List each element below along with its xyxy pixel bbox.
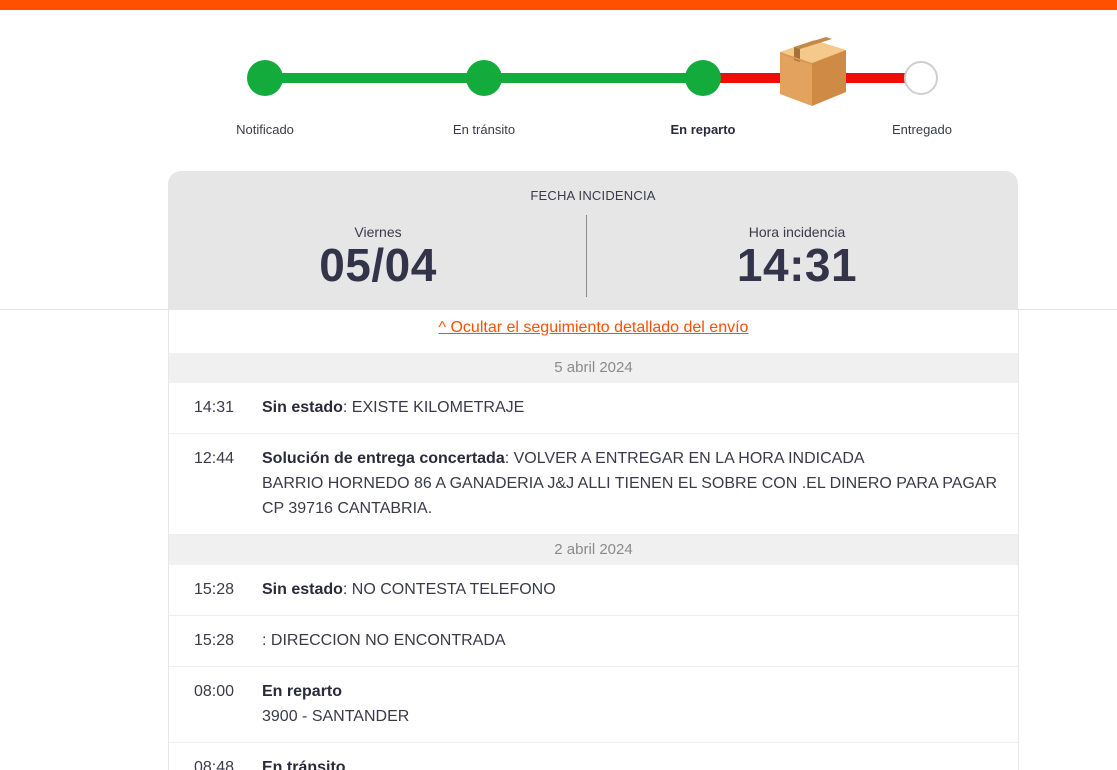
event-status: En tránsito <box>262 759 346 770</box>
tracking-history: ^ Ocultar el seguimiento detallado del e… <box>168 310 1019 770</box>
event-time: 08:00 <box>194 683 235 700</box>
step-dot-en-reparto <box>685 60 721 96</box>
step-dot-en-transito <box>466 60 502 96</box>
event-extra-line: CP 39716 CANTABRIA. <box>262 500 433 517</box>
event-body: En reparto 3900 - SANTANDER <box>262 679 1018 729</box>
event-status: En reparto <box>262 683 343 700</box>
event-time: 14:31 <box>194 399 235 416</box>
hide-tracking-details-link[interactable]: ^ Ocultar el seguimiento detallado del e… <box>169 310 1018 353</box>
event-body: Solución de entrega concertada: VOLVER A… <box>262 446 1018 521</box>
step-label-notificado: Notificado <box>236 122 294 137</box>
incident-date: 05/04 <box>319 239 437 291</box>
progress-segment-1 <box>280 73 470 83</box>
step-label-entregado: Entregado <box>892 122 952 137</box>
incident-date-block: Viernes 05/04 <box>168 224 588 288</box>
incident-title: FECHA INCIDENCIA <box>530 188 656 203</box>
event-time: 15:28 <box>194 632 235 649</box>
incident-time-block: Hora incidencia 14:31 <box>587 224 1007 288</box>
incident-time: 14:31 <box>736 239 858 291</box>
step-label-en-transito: En tránsito <box>452 122 516 137</box>
incident-day-label: Viernes <box>354 224 402 240</box>
history-event-row: 08:48 En tránsito <box>169 743 1018 770</box>
event-detail: : VOLVER A ENTREGAR EN LA HORA INDICADA <box>504 450 865 467</box>
event-body: Sin estado: EXISTE KILOMETRAJE <box>262 395 1018 420</box>
step-dot-entregado <box>904 61 938 95</box>
package-box-icon <box>780 37 846 106</box>
event-status: Sin estado <box>262 581 343 598</box>
history-date-header: 2 abril 2024 <box>169 535 1018 565</box>
event-body: En tránsito <box>262 755 1018 770</box>
incident-time-label: Hora incidencia <box>748 224 846 240</box>
event-time: 08:48 <box>194 759 235 770</box>
event-body: Sin estado: NO CONTESTA TELEFONO <box>262 577 1018 602</box>
event-time: 12:44 <box>194 450 235 467</box>
shipment-progress-tracker: Notificado En tránsito En reparto Entreg… <box>0 0 1117 150</box>
step-dot-notificado <box>247 60 283 96</box>
event-detail: : NO CONTESTA TELEFONO <box>342 581 556 598</box>
history-event-row: 12:44 Solución de entrega concertada: VO… <box>169 434 1018 535</box>
event-status: Solución de entrega concertada <box>262 450 505 467</box>
step-label-en-reparto: En reparto <box>670 122 736 137</box>
history-event-row: 15:28 : DIRECCION NO ENCONTRADA <box>169 616 1018 667</box>
progress-segment-2 <box>499 73 689 83</box>
event-body: : DIRECCION NO ENCONTRADA <box>262 628 1018 653</box>
history-event-row: 08:00 En reparto 3900 - SANTANDER <box>169 667 1018 743</box>
event-detail: : DIRECCION NO ENCONTRADA <box>262 632 506 649</box>
event-status: Sin estado <box>262 399 343 416</box>
event-extra-line: BARRIO HORNEDO 86 A GANADERIA J&J ALLI T… <box>262 475 998 492</box>
event-extra-line: 3900 - SANTANDER <box>262 708 410 725</box>
event-time: 15:28 <box>194 581 235 598</box>
history-event-row: 14:31 Sin estado: EXISTE KILOMETRAJE <box>169 383 1018 434</box>
history-event-row: 15:28 Sin estado: NO CONTESTA TELEFONO <box>169 565 1018 616</box>
history-date-header: 5 abril 2024 <box>169 353 1018 383</box>
incident-card: FECHA INCIDENCIA Viernes 05/04 Hora inci… <box>168 171 1018 310</box>
event-detail: : EXISTE KILOMETRAJE <box>342 399 525 416</box>
